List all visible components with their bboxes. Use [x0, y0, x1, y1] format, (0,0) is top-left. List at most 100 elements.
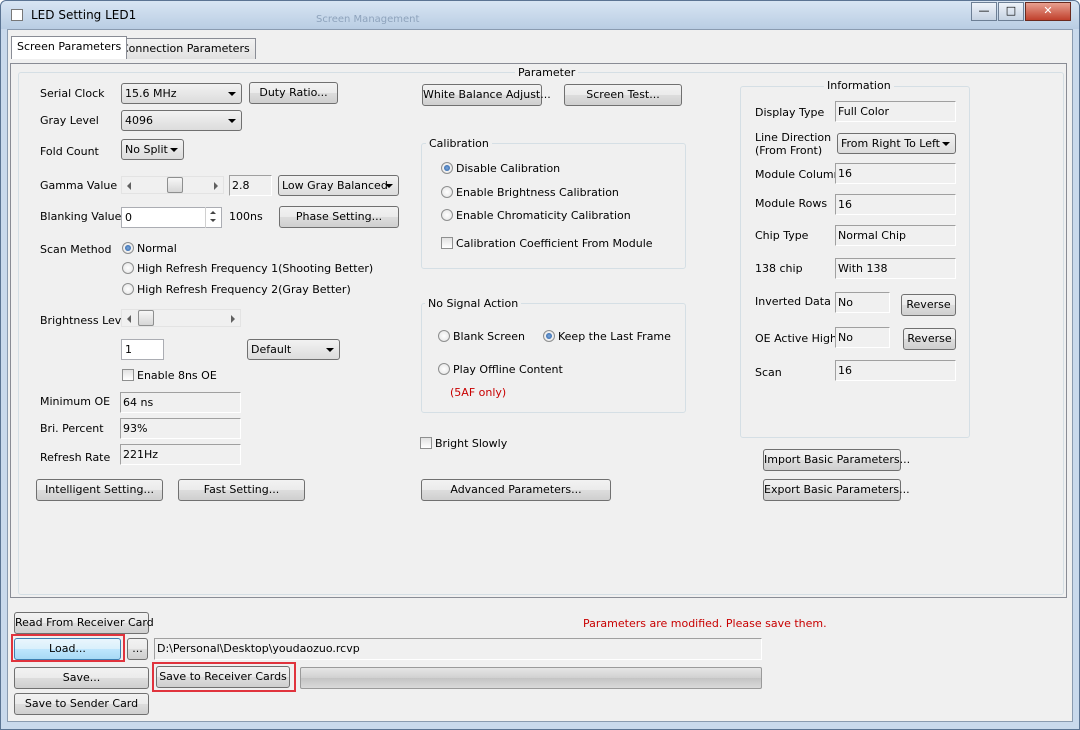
display-type-value: Full Color [838, 105, 890, 118]
tab-screen-parameters[interactable]: Screen Parameters [11, 36, 128, 59]
brightness-label: Brightness Level [40, 314, 132, 327]
chip-type-label: Chip Type [755, 229, 809, 242]
chip138-field: With 138 [835, 258, 956, 279]
inverted-reverse-button[interactable]: Reverse [901, 294, 956, 316]
fold-count-value: No Split [125, 143, 168, 156]
min-oe-field: 64 ns [120, 392, 241, 413]
gamma-mode-select[interactable]: Low Gray Balanced [278, 175, 399, 196]
spin-up-icon[interactable] [210, 211, 216, 214]
keep-last-frame-radio[interactable] [543, 330, 555, 342]
slider-left-arrow-icon[interactable] [127, 315, 131, 323]
line-direction-select[interactable]: From Right To Left [837, 133, 956, 154]
chromaticity-calibration-label: Enable Chromaticity Calibration [456, 209, 631, 222]
play-offline-radio[interactable] [438, 363, 450, 375]
screen-test-button[interactable]: Screen Test... [564, 84, 682, 106]
module-rows-value: 16 [838, 198, 852, 211]
chevron-down-icon [326, 348, 334, 352]
scan-high-refresh-2-label: High Refresh Frequency 2(Gray Better) [137, 283, 351, 296]
parameter-group-title: Parameter [515, 66, 579, 79]
module-columns-label: Module Columns [755, 168, 847, 181]
gamma-slider-thumb[interactable] [167, 177, 184, 193]
scan-high-refresh-1-radio[interactable] [122, 262, 134, 274]
browse-button[interactable]: ... [127, 638, 148, 660]
disable-calibration-label: Disable Calibration [456, 162, 561, 175]
brightness-mode-select[interactable]: Default [247, 339, 340, 360]
save-button[interactable]: Save... [14, 667, 149, 689]
information-group-title: Information [824, 79, 894, 92]
disable-calibration-radio[interactable] [441, 162, 453, 174]
import-basic-parameters-button[interactable]: Import Basic Parameters... [763, 449, 910, 471]
maximize-button[interactable]: □ [998, 2, 1024, 21]
blanking-unit: 100ns [229, 210, 263, 223]
title-bar[interactable]: LED Setting LED1 Screen Management — □ ✕ [1, 1, 1079, 29]
intelligent-setting-button[interactable]: Intelligent Setting... [36, 479, 163, 501]
advanced-parameters-button[interactable]: Advanced Parameters... [421, 479, 611, 501]
fold-count-label: Fold Count [40, 145, 99, 158]
bright-slowly-label: Bright Slowly [435, 437, 508, 450]
gray-level-select[interactable]: 4096 [121, 110, 242, 131]
slider-left-arrow-icon[interactable] [127, 182, 131, 190]
minimize-button[interactable]: — [971, 2, 997, 21]
export-basic-parameters-button[interactable]: Export Basic Parameters... [763, 479, 910, 501]
brightness-calibration-radio[interactable] [441, 186, 453, 198]
close-button[interactable]: ✕ [1025, 2, 1071, 21]
gray-level-value: 4096 [125, 114, 153, 127]
blanking-spinner[interactable] [205, 207, 221, 228]
brightness-mode-value: Default [251, 343, 292, 356]
line-direction-label: Line Direction [755, 131, 832, 144]
save-to-receiver-cards-button[interactable]: Save to Receiver Cards [156, 666, 290, 688]
bright-slowly-checkbox[interactable] [420, 437, 432, 449]
oe-active-high-value: No [838, 331, 853, 344]
gray-level-label: Gray Level [40, 114, 99, 127]
brightness-slider-thumb[interactable] [138, 310, 154, 326]
save-to-sender-card-button[interactable]: Save to Sender Card [14, 693, 149, 715]
spin-down-icon[interactable] [210, 219, 216, 222]
enable-8ns-label: Enable 8ns OE [137, 369, 217, 382]
serial-clock-label: Serial Clock [40, 87, 105, 100]
fold-count-select[interactable]: No Split [121, 139, 184, 160]
calibration-coefficient-checkbox[interactable] [441, 237, 453, 249]
play-offline-label: Play Offline Content [453, 363, 563, 376]
phase-setting-button[interactable]: Phase Setting... [279, 206, 399, 228]
enable-8ns-checkbox[interactable] [122, 369, 134, 381]
gamma-value-field: 2.8 [229, 175, 272, 196]
blanking-input[interactable]: 0 [121, 207, 222, 228]
brightness-slider[interactable] [121, 309, 241, 327]
refresh-rate-label: Refresh Rate [40, 451, 111, 464]
chip138-value: With 138 [838, 262, 888, 275]
module-columns-value: 16 [838, 167, 852, 180]
slider-right-arrow-icon[interactable] [231, 315, 235, 323]
chevron-down-icon [385, 184, 393, 188]
minimize-icon: — [978, 4, 990, 17]
slider-right-arrow-icon[interactable] [214, 182, 218, 190]
maximize-icon: □ [1005, 4, 1017, 17]
oe-active-high-field: No [835, 327, 890, 348]
bri-percent-field: 93% [120, 418, 241, 439]
min-oe-label: Minimum OE [40, 395, 111, 408]
gamma-value: 2.8 [232, 179, 250, 192]
chip-type-field: Normal Chip [835, 225, 956, 246]
scan-high-refresh-2-radio[interactable] [122, 283, 134, 295]
module-columns-field: 16 [835, 163, 956, 184]
bri-percent-value: 93% [123, 422, 148, 435]
bri-percent-label: Bri. Percent [40, 422, 104, 435]
load-button[interactable]: Load... [14, 638, 121, 660]
oe-reverse-button[interactable]: Reverse [903, 328, 956, 350]
read-from-receiver-card-button[interactable]: Read From Receiver Card [14, 612, 154, 634]
white-balance-button[interactable]: White Balance Adjust... [422, 84, 551, 106]
inverted-data-label: Inverted Data [755, 295, 831, 308]
chromaticity-calibration-radio[interactable] [441, 209, 453, 221]
brightness-value: 1 [125, 343, 132, 356]
serial-clock-select[interactable]: 15.6 MHz [121, 83, 242, 104]
line-direction-value: From Right To Left [841, 137, 940, 150]
brightness-input[interactable]: 1 [121, 339, 164, 360]
gamma-slider[interactable] [121, 176, 224, 194]
tab-connection-parameters[interactable]: Connection Parameters [115, 38, 256, 59]
blank-screen-radio[interactable] [438, 330, 450, 342]
scan-normal-radio[interactable] [122, 242, 134, 254]
status-message: Parameters are modified. Please save the… [583, 617, 827, 630]
duty-ratio-button[interactable]: Duty Ratio... [249, 82, 338, 104]
tab-label: Connection Parameters [121, 42, 250, 55]
chevron-down-icon [170, 148, 178, 152]
fast-setting-button[interactable]: Fast Setting... [178, 479, 305, 501]
